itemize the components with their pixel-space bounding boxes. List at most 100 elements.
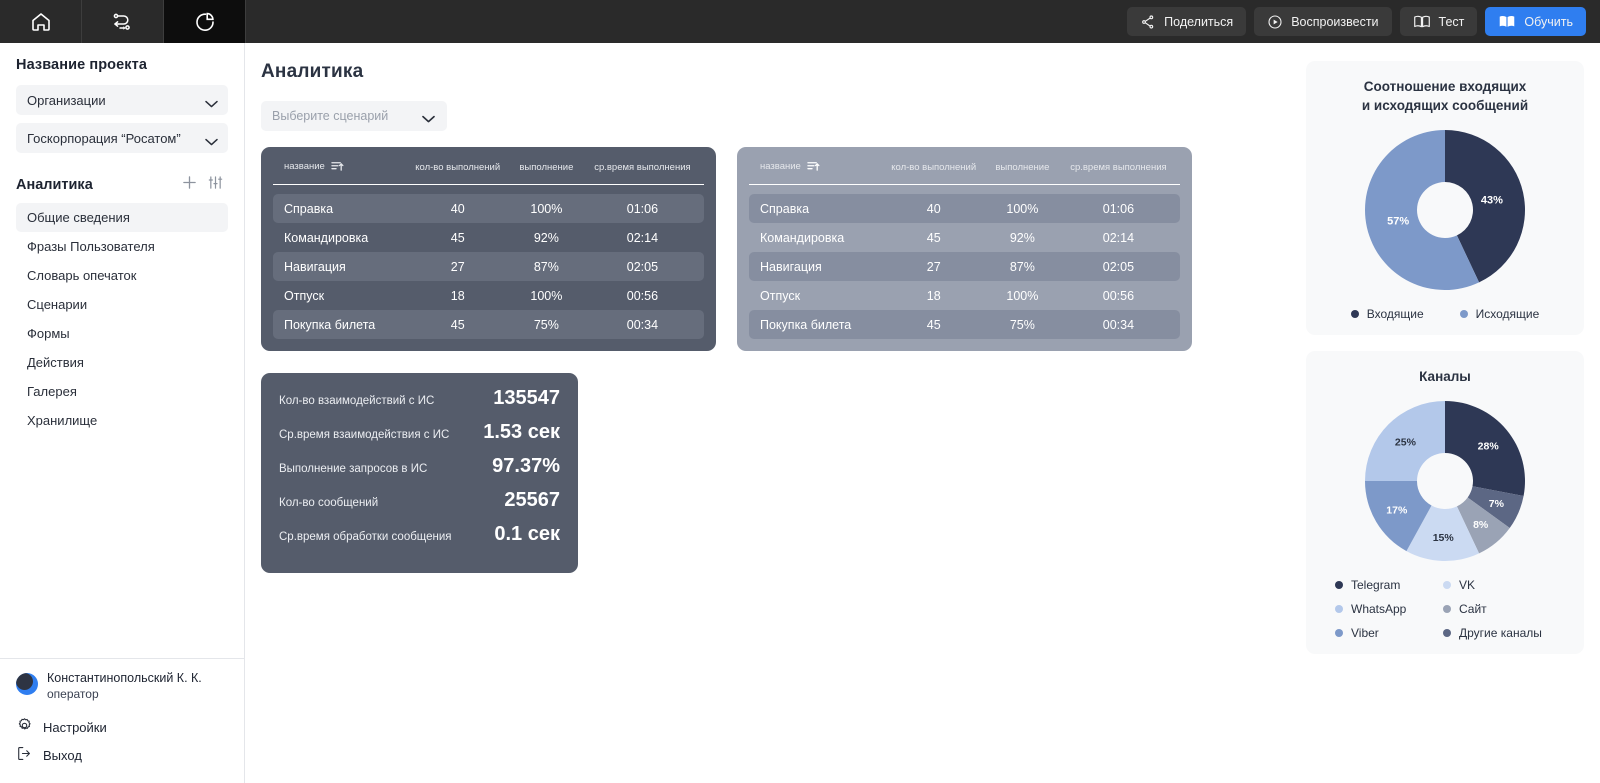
cell-count: 45	[404, 310, 512, 339]
table-body: Справка 40 100% 01:06 Командировка 45 92…	[749, 194, 1180, 339]
table-row[interactable]: Командировка 45 92% 02:14	[749, 223, 1180, 252]
cell-count: 45	[404, 223, 512, 252]
sidebar-item-label: Галерея	[27, 384, 77, 399]
legend-color-dot	[1443, 629, 1451, 637]
table-row[interactable]: Покупка билета 45 75% 00:34	[749, 310, 1180, 339]
stat-value: 25567	[504, 489, 560, 512]
test-button[interactable]: Тест	[1400, 7, 1478, 36]
train-button[interactable]: Обучить	[1485, 7, 1586, 36]
stat-row: Выполнение запросов в ИС 97.37%	[279, 455, 560, 489]
user-name: Константинопольский К. К.	[47, 671, 202, 686]
table: название кол-во выполнени	[749, 158, 1180, 339]
sidebar-item-forms[interactable]: Формы	[16, 319, 228, 348]
table-row[interactable]: Командировка 45 92% 02:14	[273, 223, 704, 252]
sort-ascending-icon	[807, 160, 820, 175]
app-root: Поделиться Воспроизвести	[0, 0, 1600, 783]
sidebar-item-actions[interactable]: Действия	[16, 348, 228, 377]
table-col-count[interactable]: кол-во выполнений	[880, 158, 988, 184]
chart-title-line-1: Соотношение входящих	[1318, 77, 1572, 96]
scenario-select[interactable]: Выберите сценарий	[261, 101, 447, 131]
table-row[interactable]: Навигация 27 87% 02:05	[749, 252, 1180, 281]
scenarios-table-secondary: название кол-во выполнени	[737, 147, 1192, 351]
table-col-completion[interactable]: выполнение	[988, 158, 1057, 184]
legend-color-dot	[1351, 310, 1359, 318]
table-row[interactable]: Отпуск 18 100% 00:56	[273, 281, 704, 310]
book-filled-icon	[1498, 14, 1516, 30]
legend-label: Входящие	[1367, 307, 1424, 321]
legend-color-dot	[1335, 581, 1343, 589]
organization-select[interactable]: Госкорпорация “Росатом”	[16, 123, 228, 153]
play-button[interactable]: Воспроизвести	[1254, 7, 1391, 36]
cell-count: 27	[404, 252, 512, 281]
cell-name: Отпуск	[273, 281, 404, 310]
legend-label: VK	[1459, 578, 1475, 592]
cell-name: Командировка	[273, 223, 404, 252]
sidebar-item-general-info[interactable]: Общие сведения	[16, 203, 228, 232]
stat-value: 135547	[493, 387, 560, 410]
sidebar-item-label: Фразы Пользователя	[27, 239, 155, 254]
sidebar-item-typo-dictionary[interactable]: Словарь опечаток	[16, 261, 228, 290]
settings-label: Настройки	[43, 720, 107, 735]
legend-item: Исходящие	[1460, 307, 1540, 321]
cell-count: 27	[880, 252, 988, 281]
table-row[interactable]: Покупка билета 45 75% 00:34	[273, 310, 704, 339]
chart-title-line-2: и исходящих сообщений	[1318, 96, 1572, 115]
stat-row: Кол-во взаимодействий с ИС 135547	[279, 387, 560, 421]
table-body: Справка 40 100% 01:06 Командировка 45 92…	[273, 194, 704, 339]
cell-avgtime: 00:56	[581, 281, 704, 310]
donut-slice-label: 17%	[1386, 505, 1408, 517]
nav-button-analytics[interactable]	[164, 0, 246, 43]
cell-count: 18	[404, 281, 512, 310]
cell-completion: 92%	[512, 223, 581, 252]
right-column: Соотношение входящих и исходящих сообщен…	[1306, 43, 1600, 783]
sidebar-item-storage[interactable]: Хранилище	[16, 406, 228, 435]
table-col-name[interactable]: название	[273, 158, 404, 184]
table-row[interactable]: Справка 40 100% 01:06	[749, 194, 1180, 223]
cell-avgtime: 02:05	[1057, 252, 1180, 281]
cell-avgtime: 00:56	[1057, 281, 1180, 310]
table-header-row: название кол-во выполнени	[749, 158, 1180, 184]
legend-label: Telegram	[1351, 578, 1400, 592]
stat-label: Кол-во взаимодействий с ИС	[279, 395, 434, 407]
sidebar-item-gallery[interactable]: Галерея	[16, 377, 228, 406]
cell-count: 40	[404, 194, 512, 223]
sidebar-item-label: Хранилище	[27, 413, 97, 428]
tables-row: название кол-во выполнени	[261, 147, 1290, 351]
sidebar-menu: Общие сведения Фразы Пользователя Словар…	[16, 203, 228, 435]
page-title: Аналитика	[261, 61, 1290, 83]
add-button[interactable]	[176, 175, 202, 195]
sidebar-item-label: Общие сведения	[27, 210, 130, 225]
user-profile[interactable]: Константинопольский К. К. оператор	[16, 671, 228, 702]
table-row[interactable]: Навигация 27 87% 02:05	[273, 252, 704, 281]
organizations-select[interactable]: Организации	[16, 85, 228, 115]
sidebar-item-label: Словарь опечаток	[27, 268, 136, 283]
share-button[interactable]: Поделиться	[1127, 7, 1246, 36]
nav-button-home[interactable]	[0, 0, 82, 43]
table-col-avgtime[interactable]: ср.время выполнения	[1057, 158, 1180, 184]
book-icon	[1413, 14, 1431, 30]
table-col-count[interactable]: кол-во выполнений	[404, 158, 512, 184]
settings-link[interactable]: Настройки	[16, 713, 228, 741]
filter-settings-button[interactable]	[202, 176, 228, 195]
messages-ratio-donut: 43%57%	[1318, 125, 1572, 295]
legend-color-dot	[1460, 310, 1468, 318]
cell-completion: 100%	[512, 194, 581, 223]
table-row[interactable]: Справка 40 100% 01:06	[273, 194, 704, 223]
table-col-avgtime[interactable]: ср.время выполнения	[581, 158, 704, 184]
nav-button-scenarios[interactable]	[82, 0, 164, 43]
stat-row: Кол-во сообщений 25567	[279, 489, 560, 523]
sidebar-item-user-phrases[interactable]: Фразы Пользователя	[16, 232, 228, 261]
cell-name: Командировка	[749, 223, 880, 252]
cell-count: 45	[880, 310, 988, 339]
logout-link[interactable]: Выход	[16, 741, 228, 769]
table-row[interactable]: Отпуск 18 100% 00:56	[749, 281, 1180, 310]
donut-slice-label: 25%	[1395, 436, 1417, 448]
cell-count: 18	[880, 281, 988, 310]
legend-label: Сайт	[1459, 602, 1487, 616]
train-button-label: Обучить	[1524, 15, 1573, 29]
table-col-name[interactable]: название	[749, 158, 880, 184]
cell-completion: 87%	[512, 252, 581, 281]
table-col-completion[interactable]: выполнение	[512, 158, 581, 184]
cell-completion: 87%	[988, 252, 1057, 281]
sidebar-item-scenarios[interactable]: Сценарии	[16, 290, 228, 319]
